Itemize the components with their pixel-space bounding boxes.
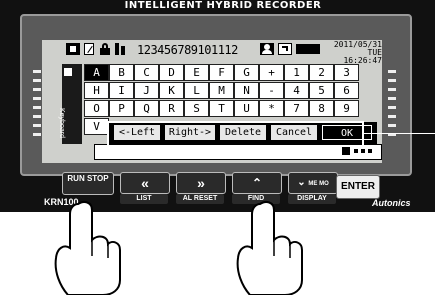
- find-button[interactable]: ⌃: [232, 172, 282, 194]
- key-4[interactable]: 4: [284, 82, 309, 99]
- key-l[interactable]: L: [184, 82, 209, 99]
- double-up-icon: ⌃: [251, 176, 263, 190]
- row-indicator: [64, 68, 72, 76]
- key-u[interactable]: U: [234, 100, 259, 117]
- key-i[interactable]: I: [109, 82, 134, 99]
- key-p[interactable]: P: [109, 100, 134, 117]
- key-8[interactable]: 8: [309, 100, 334, 117]
- key-star[interactable]: *: [259, 100, 284, 117]
- row-indicator: [64, 86, 72, 94]
- al-reset-label: AL RESET: [176, 194, 224, 204]
- double-left-icon: «: [141, 175, 149, 191]
- record-bars-icon: [115, 43, 131, 55]
- double-down-icon: ⌄: [297, 177, 306, 188]
- key-o[interactable]: O: [84, 100, 109, 117]
- input-mode-icon: [342, 146, 350, 155]
- row-indicator: [64, 122, 72, 130]
- key-j[interactable]: J: [134, 82, 159, 99]
- device-title: INTELLIGENT HYBRID RECORDER: [124, 0, 322, 11]
- callout-leader-line: [364, 133, 435, 134]
- double-right-icon: »: [197, 175, 205, 191]
- channel-indicators: 123456789101112: [137, 43, 238, 57]
- input-arrows-icon: [354, 146, 374, 155]
- key-r[interactable]: R: [159, 100, 184, 117]
- display-button[interactable]: ⌄ ME MO: [288, 172, 338, 194]
- right-hand-illustration: [236, 201, 303, 295]
- key-n[interactable]: N: [234, 82, 259, 99]
- run-stop-label: RUN STOP: [67, 174, 109, 183]
- key-c[interactable]: C: [134, 64, 159, 81]
- button-row-highlight: [107, 121, 364, 147]
- key-t[interactable]: T: [209, 100, 234, 117]
- return-icon: [278, 43, 292, 55]
- key-9[interactable]: 9: [334, 100, 359, 117]
- memory-bar-icon: [296, 44, 320, 54]
- key-f[interactable]: F: [209, 64, 234, 81]
- row-indicator: [64, 104, 72, 112]
- datetime: 2011/05/31 TUE 16:26:47: [325, 41, 382, 65]
- key-e[interactable]: E: [184, 64, 209, 81]
- memo-label: ME MO: [308, 181, 329, 187]
- list-button[interactable]: «: [120, 172, 170, 194]
- menu-icon[interactable]: [66, 43, 80, 55]
- key-m[interactable]: M: [209, 82, 234, 99]
- key-h[interactable]: H: [84, 82, 109, 99]
- key-3[interactable]: 3: [334, 64, 359, 81]
- key-k[interactable]: K: [159, 82, 184, 99]
- time-text: TUE 16:26:47: [343, 48, 382, 65]
- enter-button[interactable]: ENTER: [336, 175, 380, 199]
- key-a[interactable]: A: [84, 64, 109, 81]
- lock-icon: [100, 43, 112, 55]
- key-b[interactable]: B: [109, 64, 134, 81]
- run-stop-button[interactable]: RUN STOP: [62, 172, 114, 195]
- key-minus[interactable]: -: [259, 82, 284, 99]
- key-5[interactable]: 5: [309, 82, 334, 99]
- key-s[interactable]: S: [184, 100, 209, 117]
- key-d[interactable]: D: [159, 64, 184, 81]
- key-plus[interactable]: +: [259, 64, 284, 81]
- left-hand-illustration: [54, 201, 121, 295]
- key-1[interactable]: 1: [284, 64, 309, 81]
- key-v[interactable]: V: [84, 118, 109, 135]
- brand-name: Autonics: [372, 198, 411, 208]
- key-g[interactable]: G: [234, 64, 259, 81]
- right-ticks: [388, 70, 396, 142]
- edit-icon: [84, 43, 94, 55]
- key-2[interactable]: 2: [309, 64, 334, 81]
- key-7[interactable]: 7: [284, 100, 309, 117]
- key-q[interactable]: Q: [134, 100, 159, 117]
- al-reset-button[interactable]: »: [176, 172, 226, 194]
- left-ticks: [33, 70, 41, 142]
- key-6[interactable]: 6: [334, 82, 359, 99]
- person-icon: [260, 43, 274, 55]
